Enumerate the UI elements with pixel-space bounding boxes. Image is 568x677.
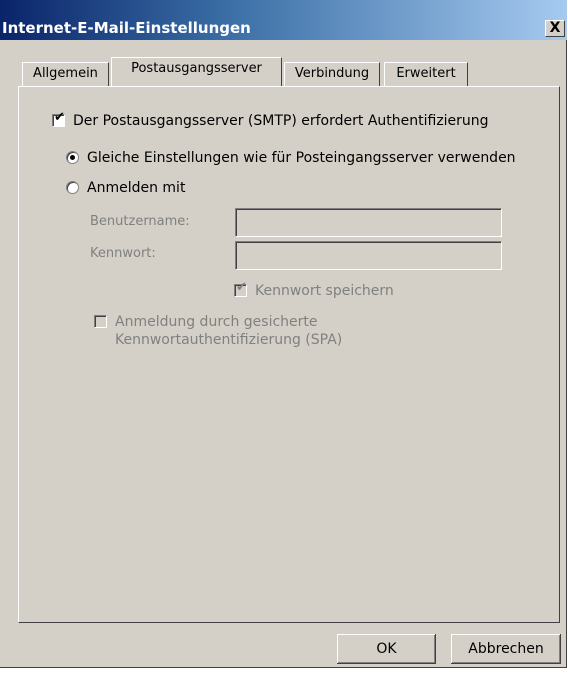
cancel-button[interactable]: Abbrechen (451, 634, 561, 664)
smtp-auth-checkbox[interactable]: ✔ (52, 110, 65, 127)
spa-label-line2: Kennwortauthentifizierung (SPA) (115, 332, 343, 348)
password-field[interactable] (235, 241, 502, 270)
save-password-checkbox[interactable]: ✔ (234, 280, 247, 297)
window-title: Internet-E-Mail-Einstellungen (2, 19, 251, 37)
spa-checkbox[interactable] (94, 315, 107, 328)
spa-label-line1: Anmeldung durch gesicherte (115, 314, 318, 330)
radio-dot-icon (70, 155, 75, 160)
tab-erweitert[interactable]: Erweitert (384, 62, 468, 86)
save-password-label: Kennwort speichern (255, 283, 394, 299)
tab-postausgangsserver[interactable]: Postausgangsserver (111, 57, 282, 86)
username-label: Benutzername: (90, 214, 190, 229)
login-with-label: Anmelden mit (87, 180, 186, 196)
same-settings-row[interactable]: Gleiche Einstellungen wie für Posteingan… (66, 150, 516, 166)
smtp-auth-row[interactable]: ✔ Der Postausgangsserver (SMTP) erfordert… (52, 110, 489, 129)
same-settings-label: Gleiche Einstellungen wie für Posteingan… (87, 150, 516, 166)
login-with-row[interactable]: Anmelden mit (66, 180, 185, 196)
settings-dialog: Internet-E-Mail-Einstellungen X Allgemei… (0, 0, 567, 668)
checkmark-icon: ✔ (236, 280, 247, 295)
same-settings-radio[interactable] (66, 151, 79, 164)
tab-allgemein[interactable]: Allgemein (22, 62, 109, 86)
save-password-row[interactable]: ✔ Kennwort speichern (234, 280, 394, 299)
spa-row[interactable]: Anmeldung durch gesicherte Kennwortauthen… (94, 313, 342, 349)
smtp-auth-label: Der Postausgangsserver (SMTP) erfordert … (73, 113, 489, 129)
close-icon: X (549, 20, 561, 36)
close-button[interactable]: X (545, 20, 565, 37)
checkmark-icon: ✔ (54, 110, 65, 125)
ok-button[interactable]: OK (337, 634, 436, 664)
login-with-radio[interactable] (66, 181, 79, 194)
password-label: Kennwort: (90, 246, 156, 261)
tab-verbindung[interactable]: Verbindung (284, 62, 380, 86)
username-field[interactable] (235, 208, 502, 237)
tab-panel-postausgangsserver (18, 86, 560, 623)
title-bar[interactable]: Internet-E-Mail-Einstellungen X (0, 0, 567, 40)
